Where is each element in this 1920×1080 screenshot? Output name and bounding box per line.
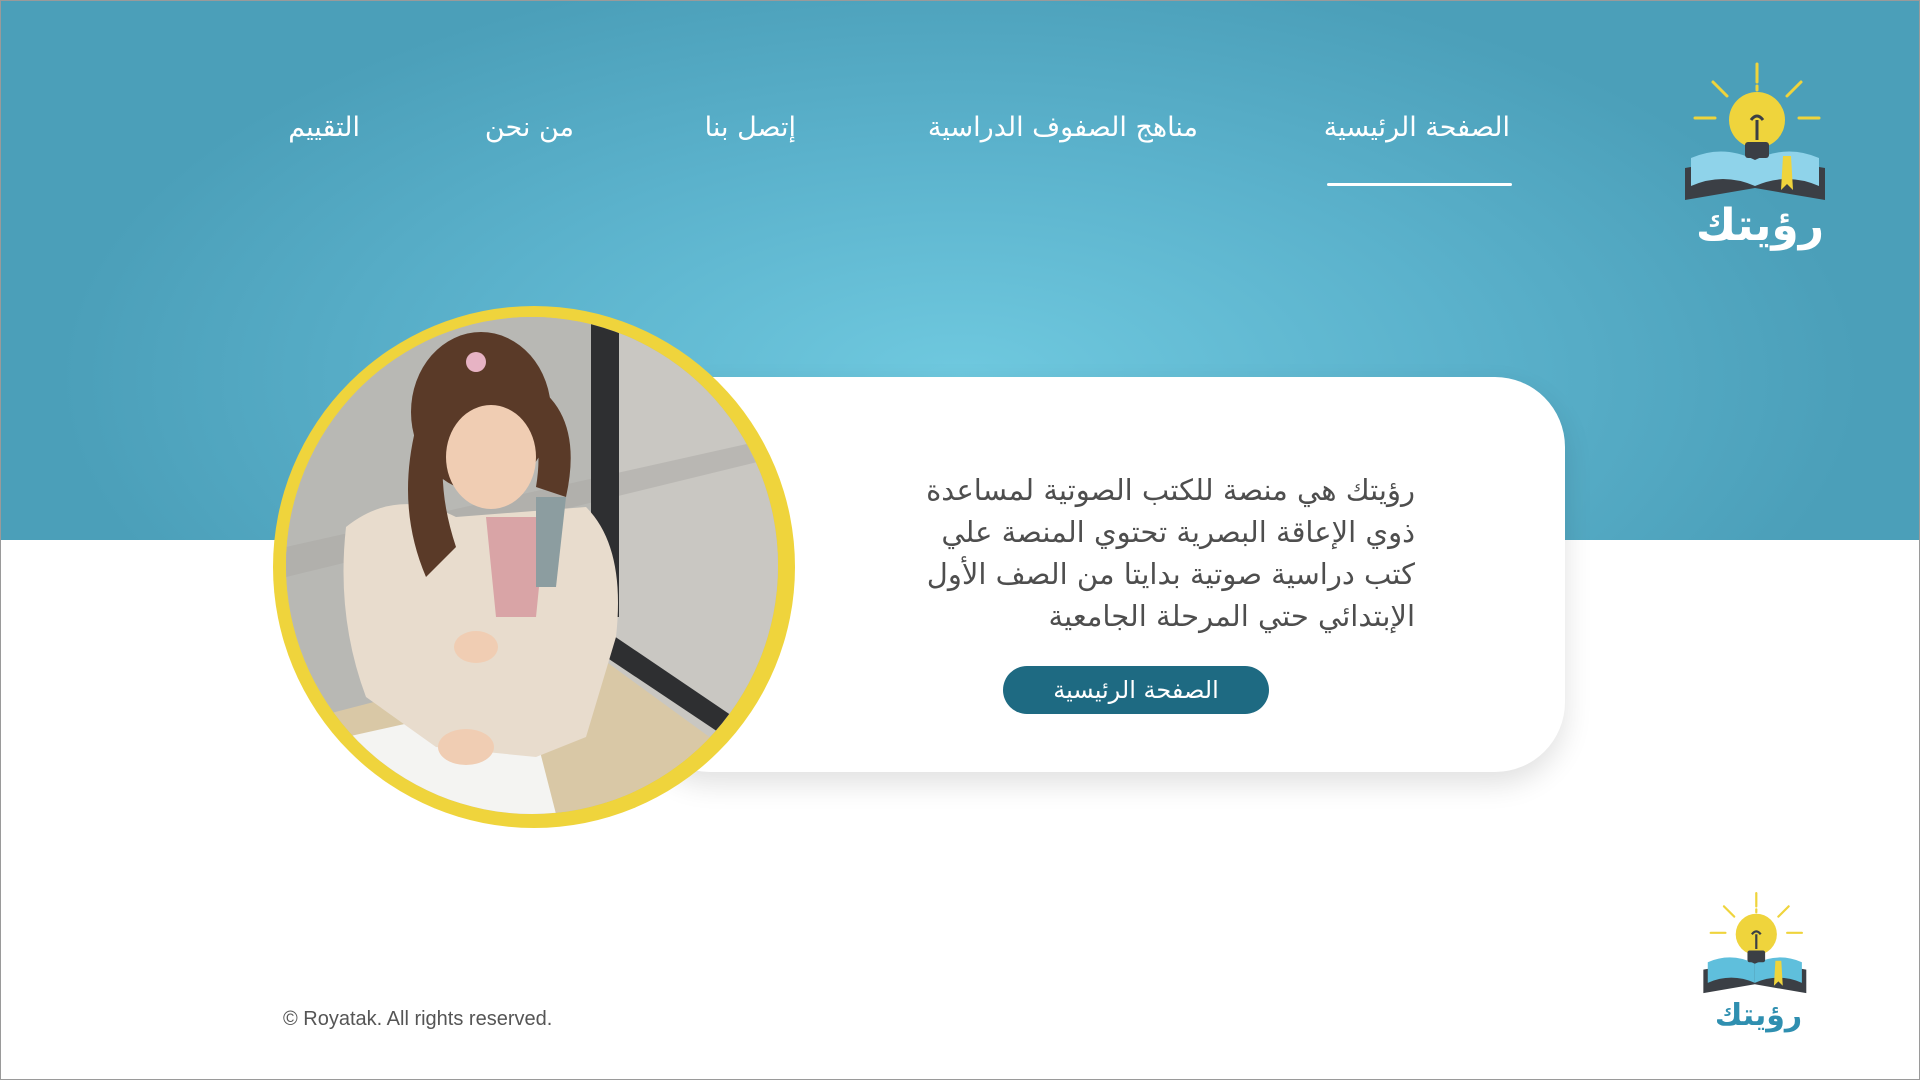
main-nav: الصفحة الرئيسية مناهج الصفوف الدراسية إت… <box>0 112 1920 172</box>
footer-copyright: © Royatak. All rights reserved. <box>283 1008 553 1030</box>
home-button[interactable]: الصفحة الرئيسية <box>1003 666 1269 714</box>
nav-item-curricula[interactable]: مناهج الصفوف الدراسية <box>928 112 1198 143</box>
nav-item-contact[interactable]: إتصل بنا <box>705 112 796 143</box>
footer-logo-wordmark: رؤيتك <box>1714 998 1803 1033</box>
hero-description-line: كتب دراسية صوتية بدايتا من الصف الأول <box>926 557 1415 591</box>
nav-active-indicator <box>1327 183 1512 186</box>
lightbulb-book-icon <box>1703 892 1807 994</box>
hero-description-line: الإبتدائي حتي المرحلة الجامعية <box>1048 599 1415 633</box>
hero-description: رؤيتك هي منصة للكتب الصوتية لمساعدة ذوي … <box>850 469 1415 637</box>
photo-illustration <box>286 317 778 814</box>
nav-item-home[interactable]: الصفحة الرئيسية <box>1324 112 1510 143</box>
nav-item-rating[interactable]: التقييم <box>288 112 360 143</box>
girl-reading-photo <box>286 317 778 814</box>
logo-wordmark: رؤيتك <box>1695 200 1825 251</box>
hero-description-line: رؤيتك هي منصة للكتب الصوتية لمساعدة <box>926 473 1415 507</box>
hero-description-line: ذوي الإعاقة البصرية تحتوي المنصة علي <box>941 515 1415 549</box>
footer-logo[interactable]: رؤيتك <box>1696 890 1821 1040</box>
nav-item-about[interactable]: من نحن <box>485 112 574 143</box>
